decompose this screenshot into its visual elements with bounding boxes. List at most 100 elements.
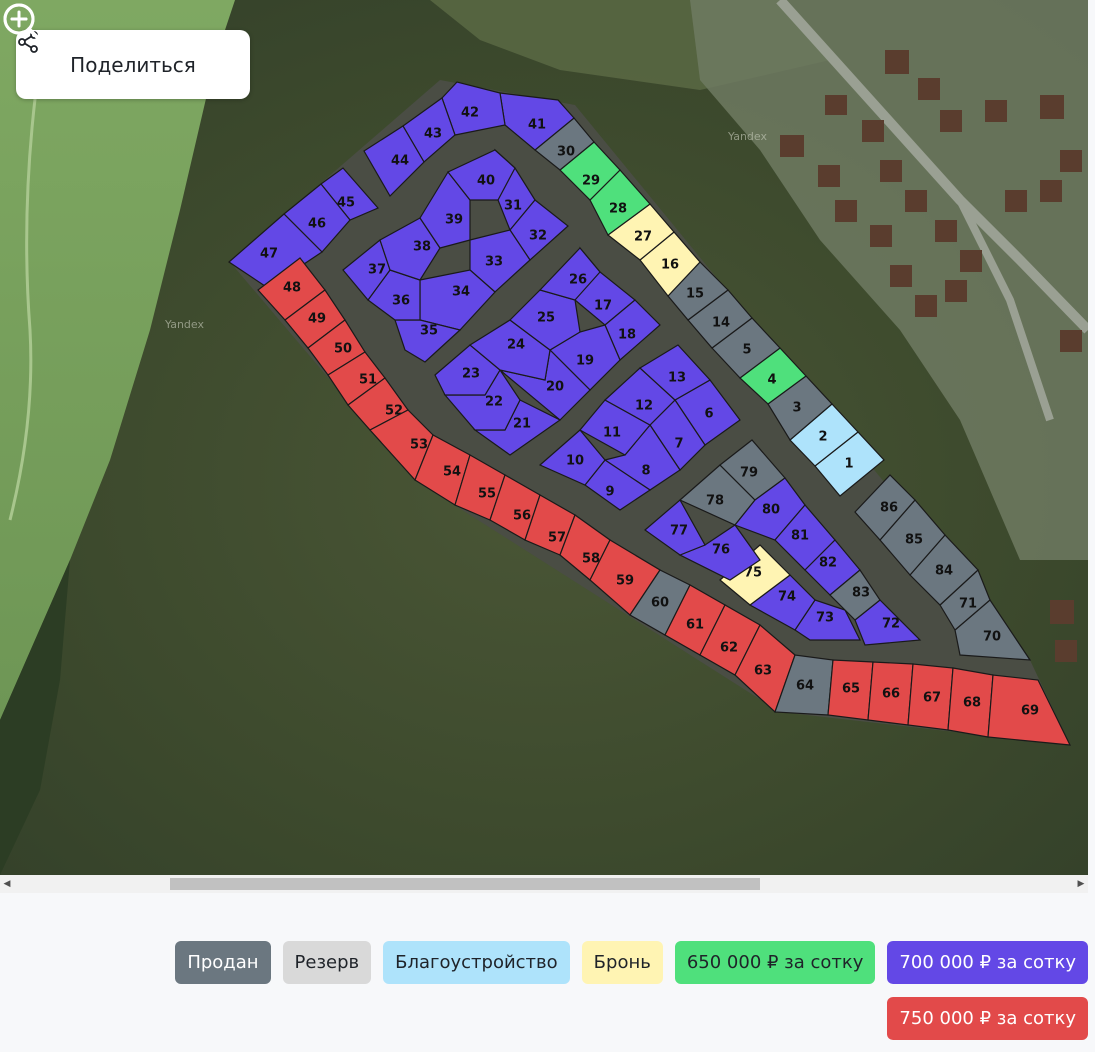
legend-label: Благоустройство <box>395 952 558 973</box>
plot-number: 65 <box>842 682 860 697</box>
plot-number: 48 <box>283 281 301 296</box>
plot-number: 4 <box>767 373 776 388</box>
site-plan-map[interactable]: Yandex Yandex 1 2 3 4 5 6 7 8 9 10 11 12 13 14 15 16 17 1… <box>0 0 1088 875</box>
plot-number: 78 <box>706 494 724 509</box>
yandex-watermark: Yandex <box>727 130 767 143</box>
legend-price-650[interactable]: 650 000 ₽ за сотку <box>674 941 876 984</box>
plot-number: 21 <box>513 417 531 432</box>
plot-number: 23 <box>462 367 480 382</box>
plot-number: 2 <box>818 430 827 445</box>
plot-number: 68 <box>963 696 981 711</box>
plot-number: 30 <box>557 145 575 160</box>
legend-price-700[interactable]: 700 000 ₽ за сотку <box>887 941 1088 984</box>
plot-number: 22 <box>485 395 503 410</box>
plot-number: 79 <box>740 466 758 481</box>
plot-number: 42 <box>461 106 479 121</box>
scroll-right-icon[interactable]: ▶ <box>1074 875 1088 893</box>
plot-number: 85 <box>905 533 923 548</box>
scrollbar-thumb[interactable] <box>170 878 760 890</box>
plot-number: 7 <box>674 437 683 452</box>
plot-number: 24 <box>507 338 525 353</box>
legend-improvement[interactable]: Благоустройство <box>383 941 570 984</box>
plot-number: 1 <box>844 457 853 472</box>
plot-number: 17 <box>594 299 612 314</box>
horizontal-scrollbar[interactable]: ◀ ▶ <box>0 875 1088 893</box>
legend: Продан Резерв Благоустройство Бронь 650 … <box>168 941 1088 1040</box>
yandex-watermark: Yandex <box>164 318 204 331</box>
plot-number: 12 <box>635 399 653 414</box>
plot-number: 15 <box>686 287 704 302</box>
plot-number: 69 <box>1021 704 1039 719</box>
plot-number: 50 <box>334 342 352 357</box>
plot-number: 18 <box>618 328 636 343</box>
plot-number: 37 <box>368 263 386 278</box>
plot-number: 44 <box>391 154 409 169</box>
plot-number: 11 <box>603 426 621 441</box>
legend-label: 700 000 ₽ за сотку <box>899 952 1076 973</box>
plot-number: 34 <box>452 285 470 300</box>
plot-number: 73 <box>816 611 834 626</box>
legend-booking[interactable]: Бронь <box>581 941 663 984</box>
plot-number: 14 <box>712 316 730 331</box>
plot-number: 39 <box>445 213 463 228</box>
legend-sold[interactable]: Продан <box>175 941 271 984</box>
plot-number: 59 <box>616 574 634 589</box>
plot-number: 56 <box>513 509 531 524</box>
plot-number: 3 <box>792 401 801 416</box>
plot-number: 55 <box>478 487 496 502</box>
plot-number: 6 <box>704 407 713 422</box>
legend-label: Бронь <box>593 952 651 973</box>
plot-number: 29 <box>582 174 600 189</box>
satellite-background: Yandex Yandex 12345678910111213141516171… <box>0 0 1088 875</box>
plot-65[interactable]: 65 <box>827 659 874 721</box>
legend-label: Продан <box>187 952 259 973</box>
plot-number: 31 <box>504 199 522 214</box>
plot-number: 66 <box>882 687 900 702</box>
plot-number: 36 <box>392 294 410 309</box>
plot-number: 28 <box>609 202 627 217</box>
plot-number: 80 <box>762 503 780 518</box>
share-button[interactable]: Поделиться <box>16 30 250 99</box>
zoom-out-icon[interactable] <box>0 0 44 44</box>
plot-number: 16 <box>661 258 679 273</box>
plot-number: 35 <box>420 324 438 339</box>
plot-number: 20 <box>546 380 564 395</box>
plot-number: 63 <box>754 664 772 679</box>
plot-number: 9 <box>605 485 614 500</box>
plot-number: 84 <box>935 564 953 579</box>
legend-reserve[interactable]: Резерв <box>282 941 372 984</box>
plot-number: 67 <box>923 691 941 706</box>
plot-number: 46 <box>308 217 326 232</box>
plot-number: 57 <box>548 531 566 546</box>
plot-number: 19 <box>576 354 594 369</box>
plot-number: 26 <box>569 273 587 288</box>
plot-number: 77 <box>670 524 688 539</box>
plot-number: 40 <box>477 174 495 189</box>
legend-label: 650 000 ₽ за сотку <box>686 952 864 973</box>
share-label: Поделиться <box>70 52 196 77</box>
plot-number: 43 <box>424 127 442 142</box>
plot-number: 5 <box>742 343 751 358</box>
plot-number: 76 <box>712 543 730 558</box>
plot-number: 38 <box>413 240 431 255</box>
plot-number: 54 <box>443 465 461 480</box>
scroll-left-icon[interactable]: ◀ <box>0 875 14 893</box>
plot-number: 86 <box>880 501 898 516</box>
plot-number: 32 <box>529 229 547 244</box>
legend-label: Резерв <box>294 952 360 973</box>
legend-price-750[interactable]: 750 000 ₽ за сотку <box>887 997 1088 1040</box>
plot-number: 49 <box>308 312 326 327</box>
plot-number: 13 <box>668 371 686 386</box>
plot-number: 10 <box>566 454 584 469</box>
plot-number: 60 <box>651 596 669 611</box>
plot-number: 81 <box>791 529 809 544</box>
plot-67[interactable]: 67 <box>907 663 954 731</box>
plot-66[interactable]: 66 <box>867 661 914 726</box>
plot-number: 72 <box>882 617 900 632</box>
plot-number: 83 <box>852 586 870 601</box>
plot-number: 8 <box>641 464 650 479</box>
plot-number: 61 <box>686 618 704 633</box>
plot-number: 47 <box>260 247 278 262</box>
plot-number: 41 <box>528 118 546 133</box>
plot-68[interactable]: 68 <box>947 667 994 738</box>
